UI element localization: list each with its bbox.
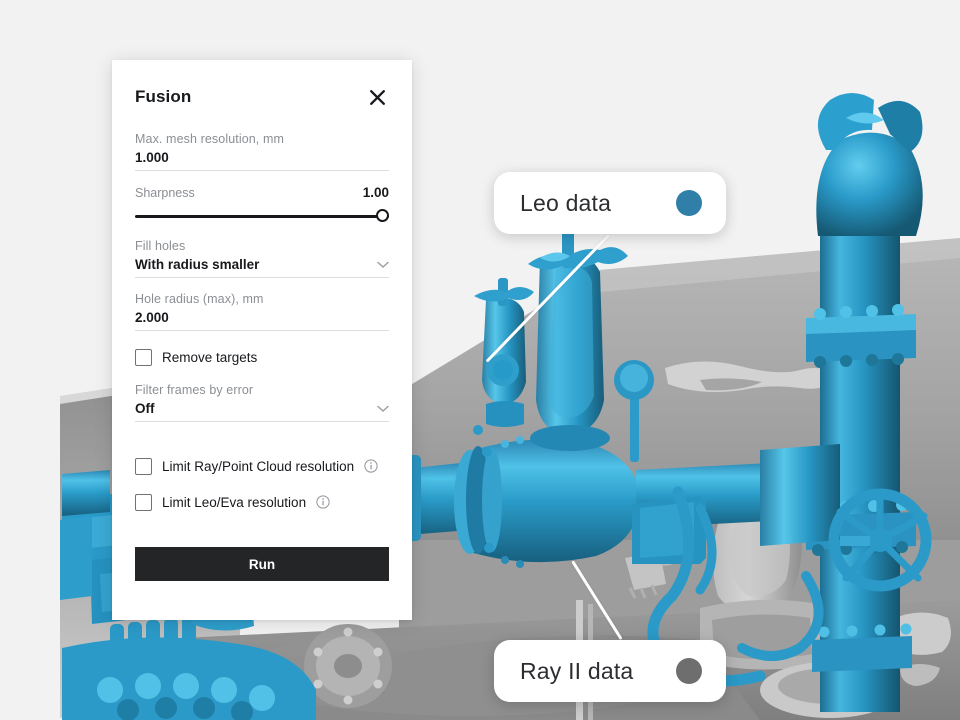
page-title: Fusion [135,87,192,106]
checkbox-row-limit-ray-point-cloud[interactable]: Limit Ray/Point Cloud resolution [135,456,389,476]
fill-holes-select[interactable]: With radius smaller [135,257,389,278]
checkbox-row-remove-targets[interactable]: Remove targets [135,347,389,367]
info-icon[interactable] [316,495,330,509]
checkbox-label: Limit Ray/Point Cloud resolution [162,458,355,474]
ray-ii-data-color-dot [676,658,702,684]
close-icon[interactable] [365,85,389,109]
field-sharpness: Sharpness 1.00 [135,185,389,223]
chevron-down-icon [377,261,389,269]
panel-header: Fusion [135,82,389,112]
remove-targets-checkbox[interactable] [135,348,152,366]
field-max-mesh-resolution: Max. mesh resolution, mm 1.000 [135,132,389,171]
field-label: Filter frames by error [135,383,254,397]
checkbox-label: Limit Leo/Eva resolution [162,494,307,510]
max-mesh-resolution-input[interactable]: 1.000 [135,150,389,171]
callout-label: Leo data [520,189,612,216]
filter-frames-select[interactable]: Off [135,401,389,422]
field-value: With radius smaller [135,257,260,272]
limit-ray-point-cloud-checkbox[interactable] [135,457,152,475]
field-value: 1.000 [135,150,169,165]
sharpness-header: Sharpness 1.00 [135,185,389,200]
field-filter-frames-by-error: Filter frames by error Off [135,383,389,422]
sharpness-slider[interactable] [135,209,389,223]
field-value: 2.000 [135,310,169,325]
chevron-down-icon [377,405,389,413]
app-root: Fusion Max. mesh resolution, mm 1.000 Sh… [0,0,960,720]
slider-rail [135,215,389,218]
leo-data-color-dot [676,190,702,216]
checkbox-row-limit-leo-eva[interactable]: Limit Leo/Eva resolution [135,492,389,512]
hole-radius-input[interactable]: 2.000 [135,310,389,331]
field-fill-holes: Fill holes With radius smaller [135,239,389,278]
fusion-panel: Fusion Max. mesh resolution, mm 1.000 Sh… [112,60,412,620]
checkbox-label: Remove targets [162,349,258,365]
field-value: Off [135,401,155,416]
callout-label: Ray II data [520,657,634,684]
slider-handle[interactable] [376,209,389,222]
run-button[interactable]: Run [135,547,389,581]
sharpness-value: 1.00 [362,185,389,200]
limit-leo-eva-checkbox[interactable] [135,493,152,511]
info-icon[interactable] [364,459,378,473]
field-label: Hole radius (max), mm [135,292,264,306]
callout-leo-data[interactable]: Leo data [494,172,726,234]
field-label: Max. mesh resolution, mm [135,132,284,146]
field-label: Fill holes [135,239,186,253]
field-label: Sharpness [135,186,195,200]
field-hole-radius: Hole radius (max), mm 2.000 [135,292,389,331]
callout-ray-ii-data[interactable]: Ray II data [494,640,726,702]
